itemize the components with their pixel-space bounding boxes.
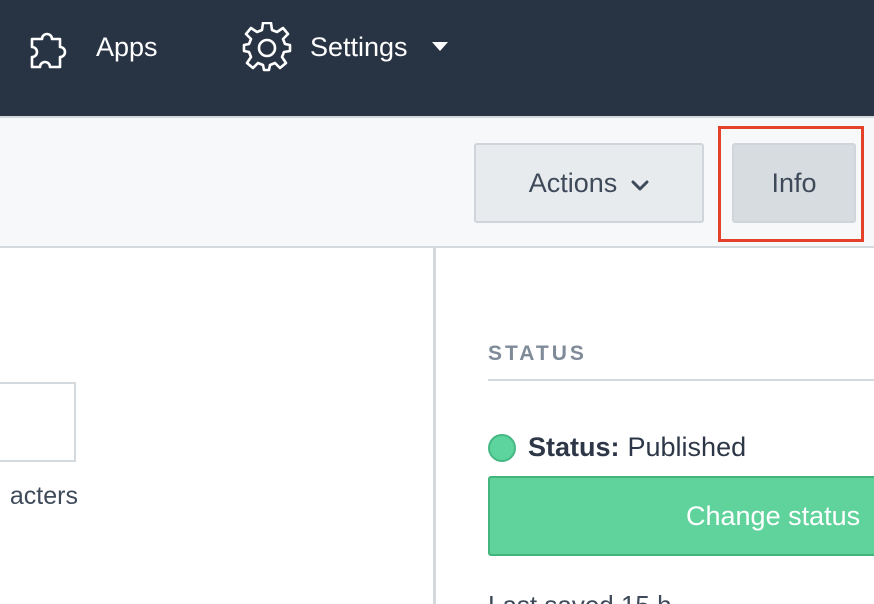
- info-button[interactable]: Info: [732, 143, 856, 223]
- text-input[interactable]: [0, 382, 76, 462]
- action-toolbar: Actions Info: [0, 116, 874, 248]
- status-value: Published: [627, 432, 747, 462]
- character-count-text: acters: [9, 482, 78, 510]
- nav-item-apps[interactable]: Apps: [28, 20, 158, 74]
- status-label: Status:: [528, 432, 620, 462]
- nav-item-settings[interactable]: Settings: [242, 20, 448, 74]
- top-navigation-bar: Apps Settings: [0, 0, 874, 116]
- panel-divider: [433, 248, 436, 604]
- status-indicator-dot: [488, 433, 516, 462]
- gear-icon: [242, 22, 292, 72]
- info-button-label: Info: [771, 167, 817, 198]
- actions-dropdown-button[interactable]: Actions: [474, 143, 704, 223]
- chevron-down-icon: [631, 168, 649, 199]
- section-divider: [488, 379, 874, 381]
- nav-label-settings: Settings: [310, 31, 408, 62]
- change-status-label: Change status: [686, 500, 861, 531]
- caret-down-icon: [431, 42, 448, 52]
- nav-label-apps: Apps: [96, 31, 158, 62]
- puzzle-icon: [28, 23, 76, 71]
- status-section-heading: STATUS: [488, 342, 587, 365]
- actions-button-label: Actions: [528, 167, 618, 198]
- last-saved-text: Last saved 15 h: [488, 590, 672, 604]
- status-row: Status: Published: [488, 432, 746, 463]
- change-status-button[interactable]: Change status: [488, 476, 874, 556]
